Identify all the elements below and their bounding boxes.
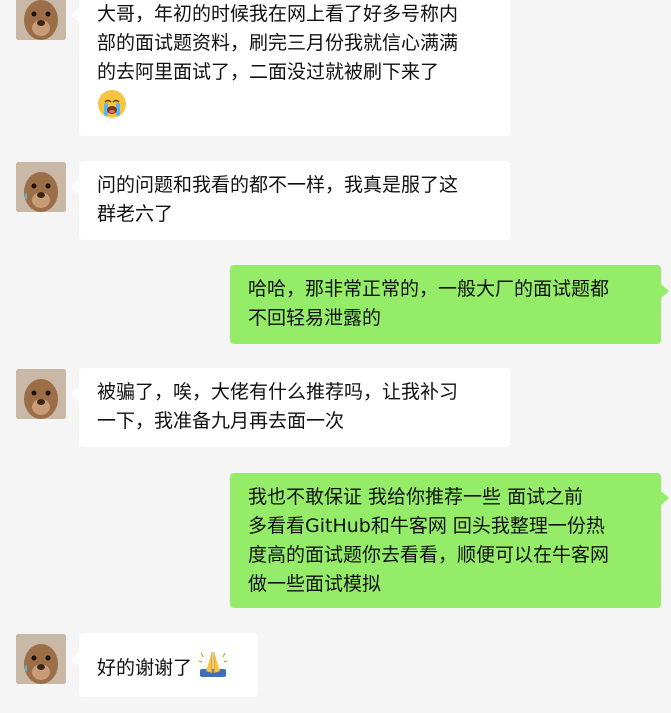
folded-hands-emoji-icon bbox=[198, 649, 228, 688]
contact-avatar[interactable] bbox=[16, 0, 66, 40]
bubble-tail bbox=[661, 491, 669, 505]
dog-avatar-icon bbox=[16, 162, 66, 212]
message-text-line: 大哥，年初的时候我在网上看了好多号称内 bbox=[97, 3, 459, 25]
message-bubble-sent[interactable]: 哈哈，那非常正常的，一般大厂的面试题都 不回轻易泄露的 bbox=[230, 265, 661, 344]
bubble-tail bbox=[71, 8, 79, 22]
message-bubble-received[interactable]: 被骗了，唉，大佬有什么推荐吗，让我补习 一下，我准备九月再去面一次 bbox=[79, 368, 510, 447]
contact-avatar[interactable] bbox=[16, 162, 66, 212]
message-text-line: 问的问题和我看的都不一样，我真是服了这 bbox=[97, 174, 459, 196]
bubble-tail bbox=[661, 284, 669, 298]
bubble-tail bbox=[71, 180, 79, 194]
dog-avatar-icon bbox=[16, 634, 66, 684]
contact-avatar[interactable] bbox=[16, 369, 66, 419]
message-text-line: 多看看GitHub和牛客网 回头我整理一份热 bbox=[248, 515, 605, 537]
message-bubble-received[interactable]: 好的谢谢了 bbox=[79, 633, 258, 697]
message-bubble-sent[interactable]: 我也不敢保证 我给你推荐一些 面试之前 多看看GitHub和牛客网 回头我整理一… bbox=[230, 473, 661, 608]
dog-avatar-icon bbox=[16, 369, 66, 419]
message-text-line: 我也不敢保证 我给你推荐一些 面试之前 bbox=[248, 486, 584, 508]
message-text-line: 不回轻易泄露的 bbox=[248, 307, 382, 329]
bubble-tail bbox=[71, 387, 79, 401]
message-text-line: 一下，我准备九月再去面一次 bbox=[97, 410, 345, 432]
dog-avatar-icon bbox=[16, 0, 66, 40]
message-text-line: 的去阿里面试了，二面没过就被刷下来了 bbox=[97, 61, 440, 83]
message-text-line: 好的谢谢了 bbox=[97, 657, 193, 679]
message-text-line: 哈哈，那非常正常的，一般大厂的面试题都 bbox=[248, 278, 610, 300]
message-text-line: 度高的面试题你去看看，顺便可以在牛客网 bbox=[248, 544, 610, 566]
message-text-line: 群老六了 bbox=[97, 203, 174, 225]
crying-face-emoji-icon bbox=[97, 89, 127, 128]
bubble-tail bbox=[71, 652, 79, 666]
message-text-line: 部的面试题资料，刷完三月份我就信心满满 bbox=[97, 32, 459, 54]
message-bubble-received[interactable]: 问的问题和我看的都不一样，我真是服了这 群老六了 bbox=[79, 161, 510, 240]
contact-avatar[interactable] bbox=[16, 634, 66, 684]
message-bubble-received[interactable]: 大哥，年初的时候我在网上看了好多号称内 部的面试题资料，刷完三月份我就信心满满 … bbox=[79, 0, 510, 136]
message-text-line: 做一些面试模拟 bbox=[248, 573, 382, 595]
message-text-line: 被骗了，唉，大佬有什么推荐吗，让我补习 bbox=[97, 381, 459, 403]
